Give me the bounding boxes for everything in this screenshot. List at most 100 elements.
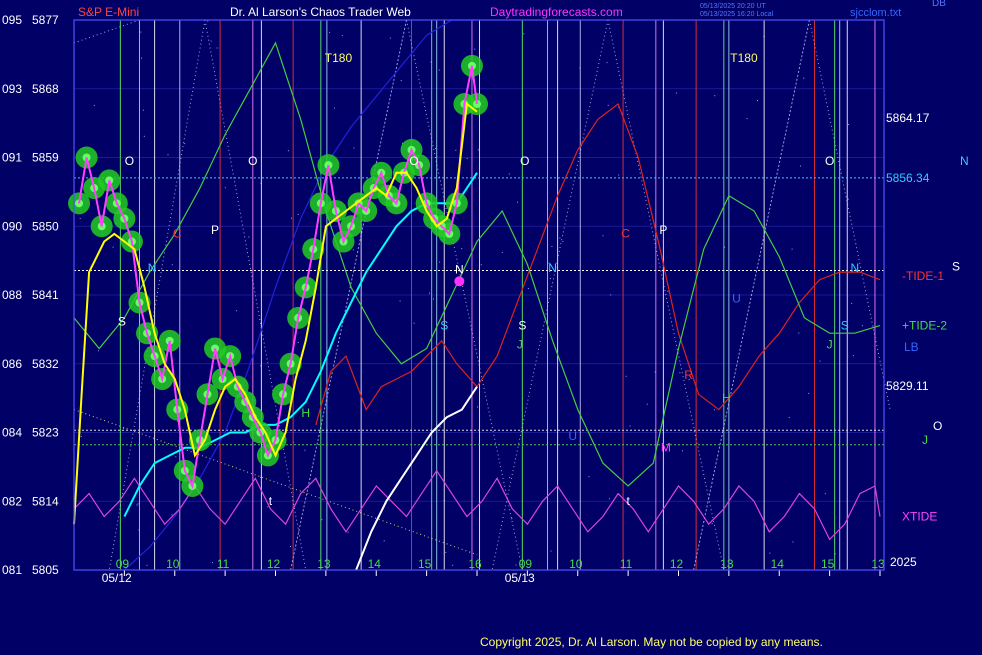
star-dot <box>788 417 790 418</box>
star-dot <box>140 31 142 33</box>
right-price-label: 5856.34 <box>886 171 930 185</box>
letter-marker: S <box>118 315 126 329</box>
star-dot <box>439 261 441 263</box>
star-dot <box>146 564 148 566</box>
letter-marker: T180 <box>325 51 353 65</box>
letter-marker: N <box>548 261 557 275</box>
letter-marker: U <box>732 292 741 306</box>
star-dot <box>329 31 331 33</box>
star-dot <box>791 248 793 250</box>
star-dot <box>527 288 529 289</box>
chart-title: Dr. Al Larson's Chaos Trader Web <box>230 5 411 19</box>
brand-label: sjcclom.txt <box>850 7 901 19</box>
star-dot <box>334 107 335 109</box>
star-dot <box>297 214 299 215</box>
star-dot <box>606 62 608 64</box>
star-dot <box>610 294 612 296</box>
x-tick-label: 14 <box>368 557 382 571</box>
star-dot <box>136 504 138 506</box>
letter-marker: N <box>455 263 464 277</box>
y-tick-label: 5868 <box>32 82 59 96</box>
star-dot <box>480 264 482 266</box>
star-dot <box>714 409 715 411</box>
star-dot <box>819 360 821 362</box>
x-tick-label: 15 <box>418 557 432 571</box>
year-label: 2025 <box>890 555 917 569</box>
star-dot <box>501 251 503 253</box>
x-tick-label: 14 <box>771 557 785 571</box>
copyright-text: Copyright 2025, Dr. Al Larson. May not b… <box>480 635 823 649</box>
star-dot <box>439 426 441 428</box>
star-dot <box>550 550 552 552</box>
star-dot <box>675 92 677 94</box>
y-tick-label: 5841 <box>32 288 59 302</box>
letter-marker: H <box>301 406 310 420</box>
star-dot <box>646 403 648 405</box>
x-tick-label: 16 <box>468 557 482 571</box>
star-dot <box>746 118 748 120</box>
right-price-label: 5829.11 <box>886 379 929 393</box>
star-dot <box>341 35 343 37</box>
y-tick-label: 5850 <box>32 219 59 233</box>
star-dot <box>171 264 173 266</box>
letter-marker: O <box>520 154 529 168</box>
star-dot <box>80 436 82 437</box>
y-tick-label: 5832 <box>32 357 59 371</box>
star-dot <box>714 95 716 97</box>
letter-marker: P <box>659 223 667 237</box>
x-tick-label: 12 <box>670 557 684 571</box>
star-dot <box>861 325 863 327</box>
site-link[interactable]: Daytradingforecasts.com <box>490 5 623 19</box>
letter-marker: M <box>661 441 671 455</box>
star-dot <box>515 564 517 566</box>
star-dot <box>452 564 454 566</box>
star-dot <box>847 198 849 200</box>
star-dot <box>433 298 434 300</box>
star-dot <box>438 69 440 71</box>
star-dot <box>629 425 631 427</box>
symbol-label: S&P E-Mini <box>78 5 139 19</box>
y-tick-label: 5823 <box>32 426 59 440</box>
right-price-label: LB <box>904 340 919 354</box>
star-dot <box>523 33 525 35</box>
date-label: 05/13 <box>505 571 535 585</box>
star-dot <box>400 80 402 81</box>
star-dot <box>549 278 551 279</box>
star-dot <box>175 456 177 458</box>
price-low-dot <box>454 276 465 287</box>
y-tick-alt-label: 095 <box>2 13 22 27</box>
star-dot <box>352 249 354 251</box>
right-price-label: XTIDE <box>902 510 937 524</box>
letter-marker: U <box>568 429 577 443</box>
star-dot <box>474 48 476 50</box>
star-dot <box>383 540 385 542</box>
star-dot <box>137 503 139 505</box>
y-tick-alt-label: 086 <box>2 357 22 371</box>
y-tick-label: 5859 <box>32 151 59 165</box>
letter-marker: R <box>684 368 693 382</box>
letter-marker: S <box>518 318 526 332</box>
star-dot <box>143 135 145 137</box>
star-dot <box>287 150 289 152</box>
star-dot <box>798 332 800 334</box>
star-dot <box>852 355 854 357</box>
star-dot <box>562 241 564 242</box>
star-dot <box>353 147 355 149</box>
star-dot <box>112 246 114 248</box>
star-dot <box>608 498 610 500</box>
letter-marker: O <box>125 154 134 168</box>
star-dot <box>848 124 850 125</box>
star-dot <box>93 104 95 106</box>
star-dot <box>682 450 683 452</box>
letter-marker: H <box>722 391 731 405</box>
letter-marker: O <box>825 154 834 168</box>
star-dot <box>171 514 173 516</box>
star-dot <box>679 372 681 374</box>
star-dot <box>455 149 457 151</box>
side-letter-marker: O <box>933 419 942 433</box>
star-dot <box>757 100 758 102</box>
y-tick-alt-label: 090 <box>2 219 22 233</box>
letter-marker: P <box>211 223 219 237</box>
star-dot <box>851 302 853 304</box>
star-dot <box>667 290 669 292</box>
